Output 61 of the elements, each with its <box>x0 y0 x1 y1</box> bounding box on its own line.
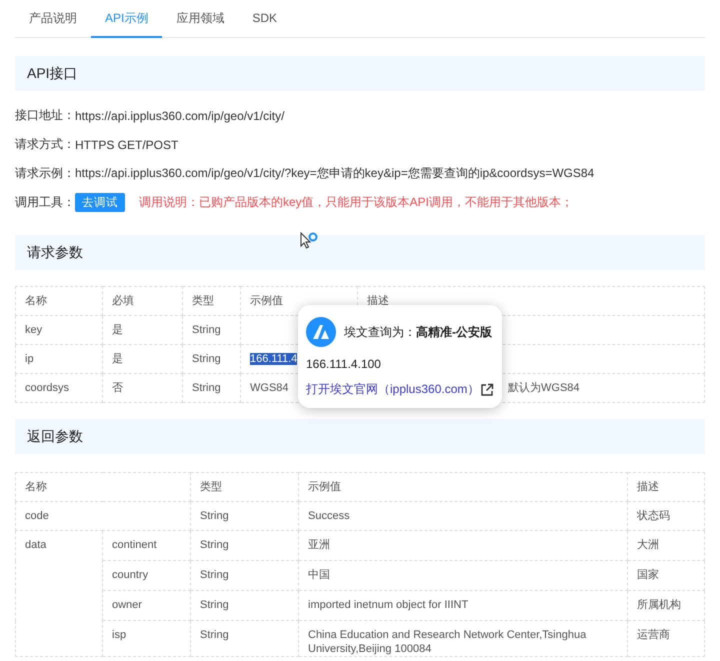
table-cell: country <box>112 569 148 581</box>
column-header: 类型 <box>200 481 222 493</box>
field-value: https://api.ipplus360.com/ip/geo/v1/city/?key=您申请的key&ip=您需要查询的ip&coordsys=WGS84 <box>75 165 594 182</box>
table-cell: 中国 <box>308 569 330 581</box>
table-cell: 是 <box>112 324 123 336</box>
column-header: 名称 <box>25 295 47 307</box>
column-header: 示例值 <box>308 481 341 493</box>
table-cell: String <box>200 599 229 611</box>
table-cell: ip <box>25 353 34 365</box>
table-cell: 默认为WGS84 <box>508 382 580 394</box>
table-cell: coordsys <box>25 382 70 394</box>
table-cell: 所属机构 <box>637 599 681 611</box>
column-header: 示例值 <box>250 295 283 307</box>
table-cell: 大洲 <box>637 539 659 551</box>
table-cell: 国家 <box>637 569 659 581</box>
external-link-icon[interactable] <box>480 382 494 396</box>
table-cell: China Education and Research Network Center,Tsinghua University,Beijing 100084 <box>308 629 586 655</box>
column-header: 描述 <box>367 295 389 307</box>
ip-value: 166.111.4.100 <box>306 357 382 371</box>
field-value: https://api.ipplus360.com/ip/geo/v1/city/ <box>75 108 284 122</box>
field-label: 请求方式： <box>15 136 75 153</box>
table-cell: String <box>200 569 229 581</box>
table-cell: String <box>200 539 229 551</box>
table-cell: String <box>200 510 229 522</box>
section-header: API接口 <box>15 56 705 91</box>
table-cell: WGS84 <box>250 382 289 394</box>
table-cell: 运营商 <box>637 629 670 641</box>
website-link[interactable]: 打开埃文官网（ipplus360.com） <box>306 381 480 398</box>
table-cell: key <box>25 324 42 336</box>
section-header: 返回参数 <box>15 419 705 454</box>
column-header: 名称 <box>25 481 47 493</box>
table-cell: 是 <box>112 353 123 365</box>
table-cell: 亚洲 <box>308 539 330 551</box>
section-header: 请求参数 <box>15 235 705 270</box>
table-cell: data <box>25 539 46 551</box>
field-label: 调用工具： <box>15 194 75 211</box>
column-header: 类型 <box>192 295 214 307</box>
field-value: HTTPS GET/POST <box>75 138 178 152</box>
tab[interactable]: SDK <box>238 0 292 38</box>
logo-icon <box>306 317 336 347</box>
field-label: 请求示例： <box>15 165 75 182</box>
column-header: 描述 <box>637 481 659 493</box>
table-cell: 状态码 <box>637 510 670 522</box>
table-cell: code <box>25 510 49 522</box>
table-cell: owner <box>112 599 142 611</box>
table-cell: String <box>192 353 221 365</box>
usage-note: 调用说明：已购产品版本的key值，只能用于该版本API调用，不能用于其他版本； <box>139 194 574 211</box>
table-cell: String <box>200 629 229 641</box>
tab[interactable]: 应用领域 <box>162 0 238 38</box>
table-cell: String <box>192 382 221 394</box>
table-cell: isp <box>112 629 126 641</box>
table-cell: continent <box>112 539 157 551</box>
tab[interactable]: 产品说明 <box>15 0 91 38</box>
table-cell: imported inetnum object for IIINT <box>308 599 468 611</box>
column-header: 必填 <box>112 295 134 307</box>
table-cell: Success <box>308 510 350 522</box>
popup-title: 埃文查询为：高精准-公安版 <box>344 324 492 340</box>
table-cell: 166.111.4 <box>250 353 298 365</box>
table-cell: 否 <box>112 382 123 394</box>
table-cell: String <box>192 324 221 336</box>
field-label: 接口地址： <box>15 107 75 124</box>
